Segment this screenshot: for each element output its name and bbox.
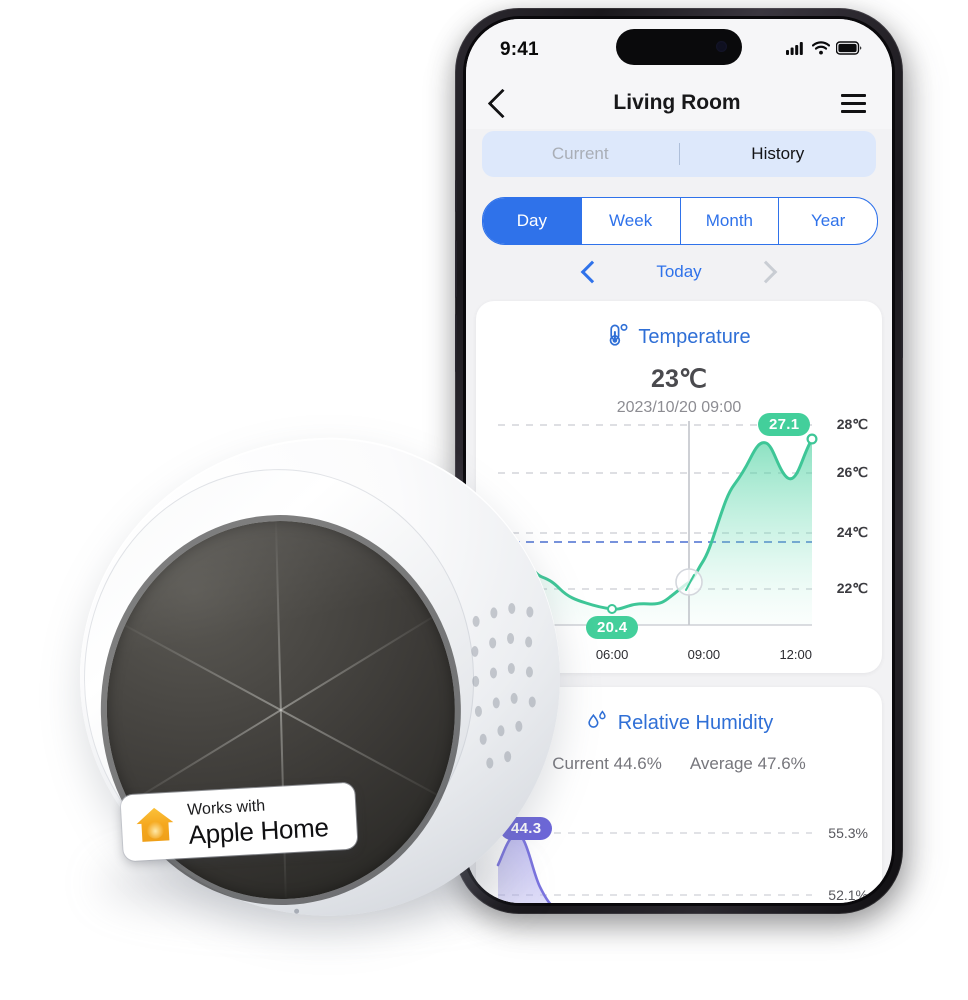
temperature-min-badge: 20.4 — [586, 616, 639, 639]
temperature-card-header: Temperature — [476, 301, 882, 352]
temperature-value: 23℃ — [651, 365, 707, 393]
temperature-xtick-0900: 09:00 — [687, 647, 721, 662]
temperature-xtick-0600: 06:00 — [595, 647, 629, 662]
power-button[interactable] — [901, 270, 903, 358]
temperature-max-badge: 27.1 — [758, 413, 811, 436]
device-reset-pinhole — [294, 908, 300, 914]
date-navigator: Today — [482, 251, 876, 293]
dynamic-island — [616, 29, 742, 65]
temperature-ytick-22: 22℃ — [836, 580, 868, 596]
status-bar-time: 9:41 — [500, 39, 539, 60]
period-tab-group: Day Week Month Year — [482, 197, 878, 245]
device-speaker-grille — [470, 600, 548, 770]
period-tab-day[interactable]: Day — [483, 198, 582, 244]
battery-icon — [835, 40, 862, 60]
view-tab-group: Current History — [482, 131, 876, 177]
humidity-ytick-553: 55.3% — [828, 825, 868, 841]
humidity-card-title: Relative Humidity — [617, 712, 774, 734]
back-chevron-icon[interactable] — [487, 88, 518, 118]
lens-glare — [101, 516, 460, 693]
thermometer-icon — [607, 323, 629, 352]
date-label: Today — [656, 262, 702, 281]
status-bar: 9:41 — [466, 19, 892, 77]
wifi-icon — [811, 40, 831, 60]
temperature-xtick-1200: 12:00 — [779, 647, 812, 662]
temperature-ytick-28: 28℃ — [836, 416, 868, 432]
smart-sensor-device — [60, 418, 570, 958]
temperature-ytick-24: 24℃ — [836, 524, 868, 540]
period-tab-week[interactable]: Week — [582, 198, 681, 244]
nav-bar: Living Room — [466, 77, 892, 129]
apple-home-house-icon — [133, 803, 177, 850]
tab-history[interactable]: History — [680, 144, 877, 164]
period-tab-year[interactable]: Year — [779, 198, 877, 244]
signal-bars-icon — [786, 41, 806, 60]
chevron-right-icon[interactable] — [754, 260, 778, 284]
works-with-apple-home-badge: Works with Apple Home — [120, 782, 358, 862]
temperature-ytick-26: 26℃ — [836, 464, 868, 480]
period-tab-month[interactable]: Month — [681, 198, 780, 244]
page-title: Living Room — [613, 91, 741, 114]
temperature-card-title: Temperature — [638, 326, 751, 348]
humidity-average: Average 47.6% — [689, 754, 806, 773]
badge-line-2: Apple Home — [187, 811, 330, 850]
humidity-ytick-521: 52.1% — [828, 887, 868, 903]
chevron-left-icon[interactable] — [580, 260, 604, 284]
tab-current[interactable]: Current — [482, 144, 679, 164]
volume-down-button[interactable] — [455, 314, 457, 372]
silent-switch[interactable] — [455, 180, 457, 212]
humidity-droplet-icon — [585, 709, 609, 738]
product-scene: 9:41 Living Room Current History Day Wee… — [0, 0, 968, 1000]
hamburger-menu-icon[interactable] — [840, 93, 866, 113]
volume-up-button[interactable] — [455, 240, 457, 298]
